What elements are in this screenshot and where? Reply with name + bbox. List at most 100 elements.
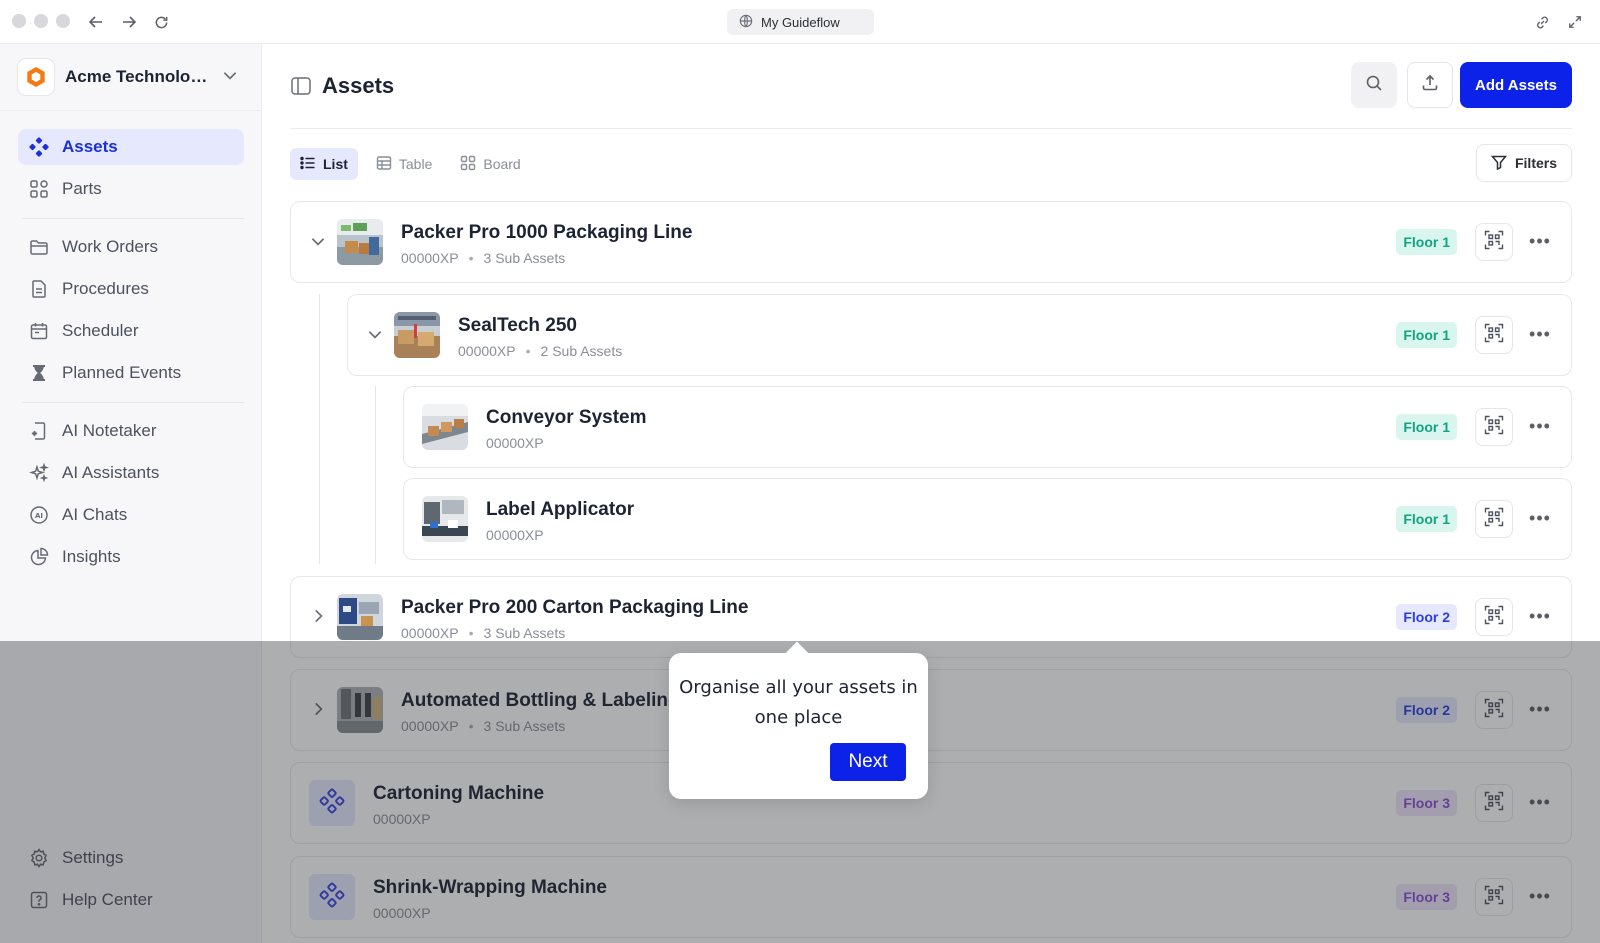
qr-code-icon [1484,415,1504,440]
filter-icon [1490,154,1508,173]
more-options-icon[interactable]: ••• [1529,507,1551,529]
workspace-name: Acme Technologies [65,67,211,86]
qr-code-button[interactable] [1475,598,1513,636]
reload-icon[interactable] [149,10,173,34]
qr-code-button[interactable] [1475,500,1513,538]
sidebar-item-planned-events[interactable]: Planned Events [18,355,244,391]
sidebar-toggle-icon[interactable] [290,75,312,97]
import-button[interactable] [1407,62,1453,108]
asset-thumbnail [337,594,383,640]
address-bar-title: My Guideflow [761,14,840,30]
asset-name[interactable]: Packer Pro 1000 Packaging Line [401,222,693,244]
board-icon [460,155,476,174]
workspace-switcher[interactable]: Acme Technologies [17,57,245,97]
tab-label: Board [483,156,521,172]
sidebar-divider [0,110,262,111]
more-options-icon[interactable]: ••• [1529,605,1551,627]
upload-icon [1421,74,1439,97]
minimize-window-dot[interactable] [34,14,48,28]
asset-row[interactable]: SealTech 250 00000XP • 2 Sub Assets Floo… [347,294,1572,376]
floor-badge: Floor 1 [1396,506,1457,532]
qr-code-button[interactable] [1475,316,1513,354]
sidebar-item-ai-chats[interactable]: AI AI Chats [18,497,244,533]
pie-chart-icon [28,546,50,568]
table-icon [376,155,392,174]
asset-code: 00000XP [486,527,544,543]
chevron-down-icon[interactable] [366,325,384,343]
page-header: Assets Add Assets [290,62,1572,110]
asset-meta: 00000XP • 3 Sub Assets [401,625,565,641]
asset-name[interactable]: SealTech 250 [458,315,577,337]
filters-button[interactable]: Filters [1476,144,1572,182]
chevron-down-icon[interactable] [309,232,327,250]
maximize-window-dot[interactable] [56,14,70,28]
asset-name[interactable]: Conveyor System [486,407,647,429]
sidebar-item-scheduler[interactable]: Scheduler [18,313,244,349]
tab-label: Table [398,156,433,172]
expand-icon[interactable] [1564,11,1586,33]
asset-name[interactable]: Packer Pro 200 Carton Packaging Line [401,597,748,619]
qr-code-button[interactable] [1475,408,1513,446]
view-tabs: List Table Board [290,148,531,180]
asset-code: 00000XP [401,625,459,641]
meta-separator: • [525,343,531,359]
sidebar-item-work-orders[interactable]: Work Orders [18,229,244,265]
sidebar-item-procedures[interactable]: Procedures [18,271,244,307]
sidebar-item-label: AI Chats [62,505,128,524]
asset-meta: 00000XP • 2 Sub Assets [458,343,622,359]
sidebar-separator [22,402,244,403]
chevron-down-icon [221,66,239,89]
asset-row[interactable]: Packer Pro 1000 Packaging Line 00000XP •… [290,201,1572,283]
add-assets-button[interactable]: Add Assets [1460,62,1572,108]
qr-code-icon [1484,323,1504,348]
sidebar-item-label: Work Orders [62,237,159,256]
chevron-right-icon[interactable] [309,607,327,625]
asset-thumbnail [394,312,440,358]
parts-icon [28,178,50,200]
search-button[interactable] [1351,62,1397,108]
sidebar-item-label: Planned Events [62,363,182,382]
sub-asset-count: 3 Sub Assets [483,250,566,266]
tree-connector [375,386,376,564]
assets-icon [28,136,50,158]
back-arrow-icon[interactable] [84,10,108,34]
forward-arrow-icon[interactable] [117,10,141,34]
sidebar-item-insights[interactable]: Insights [18,539,244,575]
floor-badge: Floor 1 [1396,414,1457,440]
tab-list[interactable]: List [290,148,358,180]
qr-code-icon [1484,230,1504,255]
asset-meta: 00000XP [486,527,544,543]
sidebar-item-parts[interactable]: Parts [18,171,244,207]
floor-badge: Floor 1 [1396,229,1457,255]
asset-row[interactable]: Label Applicator 00000XP Floor 1 ••• [403,478,1572,560]
filters-label: Filters [1514,155,1557,171]
asset-name[interactable]: Label Applicator [486,499,634,521]
ai-notetaker-icon [28,420,50,442]
tab-label: List [323,156,348,172]
tour-next-button[interactable]: Next [830,743,906,781]
more-options-icon[interactable]: ••• [1529,230,1551,252]
more-options-icon[interactable]: ••• [1529,415,1551,437]
sidebar-item-ai-assistants[interactable]: AI Assistants [18,455,244,491]
sidebar-item-ai-notetaker[interactable]: AI Notetaker [18,413,244,449]
asset-meta: 00000XP [486,435,544,451]
link-icon[interactable] [1531,11,1553,33]
tab-board[interactable]: Board [450,148,530,180]
qr-code-icon [1484,507,1504,532]
asset-code: 00000XP [401,250,459,266]
close-window-dot[interactable] [12,14,26,28]
sidebar-item-label: Insights [62,547,121,566]
asset-row[interactable]: Conveyor System 00000XP Floor 1 ••• [403,386,1572,468]
list-icon [300,155,316,174]
asset-meta: 00000XP • 3 Sub Assets [401,250,565,266]
qr-code-button[interactable] [1475,223,1513,261]
sidebar-item-assets[interactable]: Assets [18,129,244,165]
meta-separator: • [468,625,474,641]
globe-icon [739,14,753,31]
meta-separator: • [468,250,474,266]
tab-table[interactable]: Table [366,148,442,180]
more-options-icon[interactable]: ••• [1529,323,1551,345]
ai-chat-icon: AI [28,504,50,526]
address-bar[interactable]: My Guideflow [727,9,874,35]
hourglass-icon [28,362,50,384]
